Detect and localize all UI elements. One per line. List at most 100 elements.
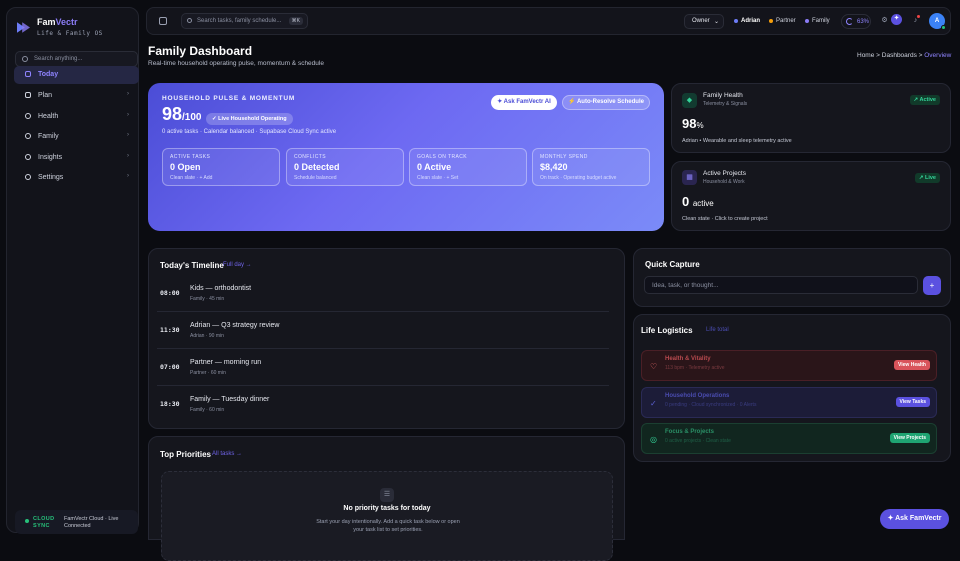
live-status-pill: ✓ Live Household Operating <box>206 113 293 125</box>
ask-ai-button[interactable]: ✦ Ask FamVectr AI <box>491 95 557 110</box>
empty-title: No priority tasks for today <box>343 505 431 512</box>
life-logistics-card: Life Logistics Life total ♡ Health & Vit… <box>633 314 951 462</box>
sidebar-toggle-icon[interactable] <box>159 17 167 25</box>
shield-icon: ◆ <box>682 93 697 108</box>
sync-label: CLOUD SYNC <box>33 516 55 529</box>
online-dot <box>941 25 946 30</box>
progress-ring-icon <box>846 18 853 25</box>
sidebar-item-plan[interactable]: Plan › <box>14 87 139 105</box>
sidebar-item-family[interactable]: Family › <box>14 128 139 146</box>
timeline-row[interactable]: 18:30 Family — Tuesday dinner Family · 60 … <box>157 386 609 423</box>
member-partner[interactable]: Partner <box>769 18 796 24</box>
card-title: Family Health <box>703 92 743 99</box>
household-pulse-card: HOUSEHOLD PULSE & MOMENTUM 98/100 ✓ Live… <box>148 83 664 231</box>
logistics-household[interactable]: ✓ Household Operations 0 pending · Cloud … <box>641 387 937 418</box>
home-icon <box>25 71 31 77</box>
empty-state: ☰ No priority tasks for today Start your… <box>161 471 613 561</box>
pulse-kicker: HOUSEHOLD PULSE & MOMENTUM <box>162 95 296 102</box>
timeline-card: Today's Timeline Full day → 08:00 Kids — … <box>148 248 625 429</box>
sidebar-item-settings[interactable]: Settings › <box>14 169 139 187</box>
status-badge: ↗ Active <box>909 95 940 105</box>
shortcut-badge: ⌘K <box>288 17 303 25</box>
sidebar-item-insights[interactable]: Insights › <box>14 149 139 167</box>
member-dot <box>769 19 773 23</box>
gear-icon <box>25 174 31 180</box>
cloud-sync-status: CLOUD SYNC FamVectr Cloud · Live Connected <box>15 510 138 534</box>
page-title: Family Dashboard <box>148 44 253 58</box>
crumb-home[interactable]: Home <box>857 52 874 59</box>
quick-capture-title: Quick Capture <box>645 260 700 269</box>
health-caption: Adrian • Wearable and sleep telemetry ac… <box>682 138 792 144</box>
logistics-title: Life Logistics <box>641 326 693 335</box>
list-icon: ☰ <box>380 488 394 502</box>
quick-capture-card: Quick Capture Idea, task, or thought... … <box>633 248 951 307</box>
priorities-card: Top Priorities All tasks → ☰ No priority… <box>148 436 625 561</box>
chevron-down-icon: ⌄ <box>713 19 719 25</box>
role-select[interactable]: Owner ⌄ <box>684 14 724 29</box>
search-icon <box>22 56 28 62</box>
brand-tagline: Life & Family OS <box>37 30 103 37</box>
logistics-link[interactable]: Life total <box>706 327 729 333</box>
card-subtitle: Telemetry & Signals <box>703 101 748 107</box>
timeline-title: Today's Timeline <box>160 261 224 270</box>
lightbulb-icon <box>25 154 31 160</box>
view-projects-button[interactable]: View Projects <box>889 433 930 443</box>
auto-resolve-button[interactable]: ⚡ Auto-Resolve Schedule <box>562 95 650 110</box>
breadcrumb: Home > Dashboards > Overview <box>857 52 952 59</box>
chevron-right-icon: › <box>127 132 129 138</box>
logistics-health[interactable]: ♡ Health & Vitality 113 bpm · Telemetry a… <box>641 350 937 381</box>
logistics-focus[interactable]: ◎ Focus & Projects 0 active projects · Cl… <box>641 423 937 454</box>
member-dot <box>805 19 809 23</box>
quick-capture-input[interactable]: Idea, task, or thought... <box>644 276 918 294</box>
top-search-input[interactable]: Search tasks, family schedule... ⌘K <box>181 13 308 29</box>
timeline-row[interactable]: 07:00 Partner — morning run Partner · 60 m… <box>157 349 609 386</box>
member-adrian[interactable]: Adrian <box>734 18 760 24</box>
view-tasks-button[interactable]: View Tasks <box>895 397 930 407</box>
brand[interactable]: FamVectr Life & Family OS <box>17 17 103 37</box>
logo-icon <box>17 22 30 33</box>
stat-goals[interactable]: GOALS ON TRACK 0 Active Clean slate · + Se… <box>409 148 527 186</box>
status-dot <box>25 519 29 523</box>
pulse-summary: 0 active tasks · Calendar balanced · Sup… <box>162 129 337 135</box>
heart-icon: ♡ <box>650 362 658 371</box>
view-health-button[interactable]: View Health <box>894 360 930 370</box>
timeline-row[interactable]: 08:00 Kids — orthodontist Family · 45 min <box>157 275 609 312</box>
bell-icon[interactable]: ♪ <box>911 15 920 25</box>
avatar[interactable]: A <box>929 13 946 30</box>
ask-famvectr-fab[interactable]: ✦ Ask FamVectr <box>880 509 949 529</box>
family-health-card[interactable]: ◆ Family Health Telemetry & Signals ↗ Ac… <box>671 83 951 153</box>
progress-indicator[interactable]: 63% <box>841 14 871 29</box>
users-icon <box>25 133 31 139</box>
crumb-dashboards[interactable]: Dashboards <box>882 52 917 59</box>
timeline-link[interactable]: Full day → <box>223 262 252 268</box>
stat-conflicts[interactable]: CONFLICTS 0 Detected Schedule balanced <box>286 148 404 186</box>
member-family[interactable]: Family <box>805 18 830 24</box>
card-subtitle: Household & Work <box>703 179 745 185</box>
stat-active-tasks[interactable]: ACTIVE TASKS 0 Open Clean slate · + Add <box>162 148 280 186</box>
chevron-right-icon: › <box>127 153 129 159</box>
settings-icon[interactable]: ⚙ <box>880 16 889 25</box>
projects-value: 0 active <box>682 194 714 209</box>
target-icon: ◎ <box>650 435 657 444</box>
member-dot <box>734 19 738 23</box>
chevron-right-icon: › <box>127 112 129 118</box>
stat-monthly-spend[interactable]: MONTHLY SPEND $8,420 On track · Operating … <box>532 148 650 186</box>
page-subtitle: Real-time household operating pulse, mom… <box>148 60 324 67</box>
card-title: Active Projects <box>703 170 746 177</box>
sidebar: FamVectr Life & Family OS Search anythin… <box>6 7 139 534</box>
timeline-row[interactable]: 11:30 Adrian — Q3 strategy review Adrian ·… <box>157 312 609 349</box>
status-badge: ↗ Live <box>914 173 940 183</box>
ai-assistant-icon[interactable]: ✦ <box>891 14 902 25</box>
check-icon: ✓ <box>650 399 657 408</box>
all-tasks-link[interactable]: All tasks → <box>212 451 242 457</box>
priorities-title: Top Priorities <box>160 450 211 459</box>
add-capture-button[interactable]: + <box>923 276 941 295</box>
calendar-icon <box>25 92 31 98</box>
sidebar-item-today[interactable]: Today <box>14 66 139 84</box>
sidebar-search-input[interactable]: Search anything... <box>15 51 138 67</box>
pulse-score: 98/100 <box>162 104 202 124</box>
active-projects-card[interactable]: ▦ Active Projects Household & Work ↗ Liv… <box>671 161 951 231</box>
sidebar-item-health[interactable]: Health › <box>14 108 139 126</box>
crumb-overview: Overview <box>924 52 952 59</box>
sync-text: FamVectr Cloud · Live Connected <box>64 516 119 529</box>
